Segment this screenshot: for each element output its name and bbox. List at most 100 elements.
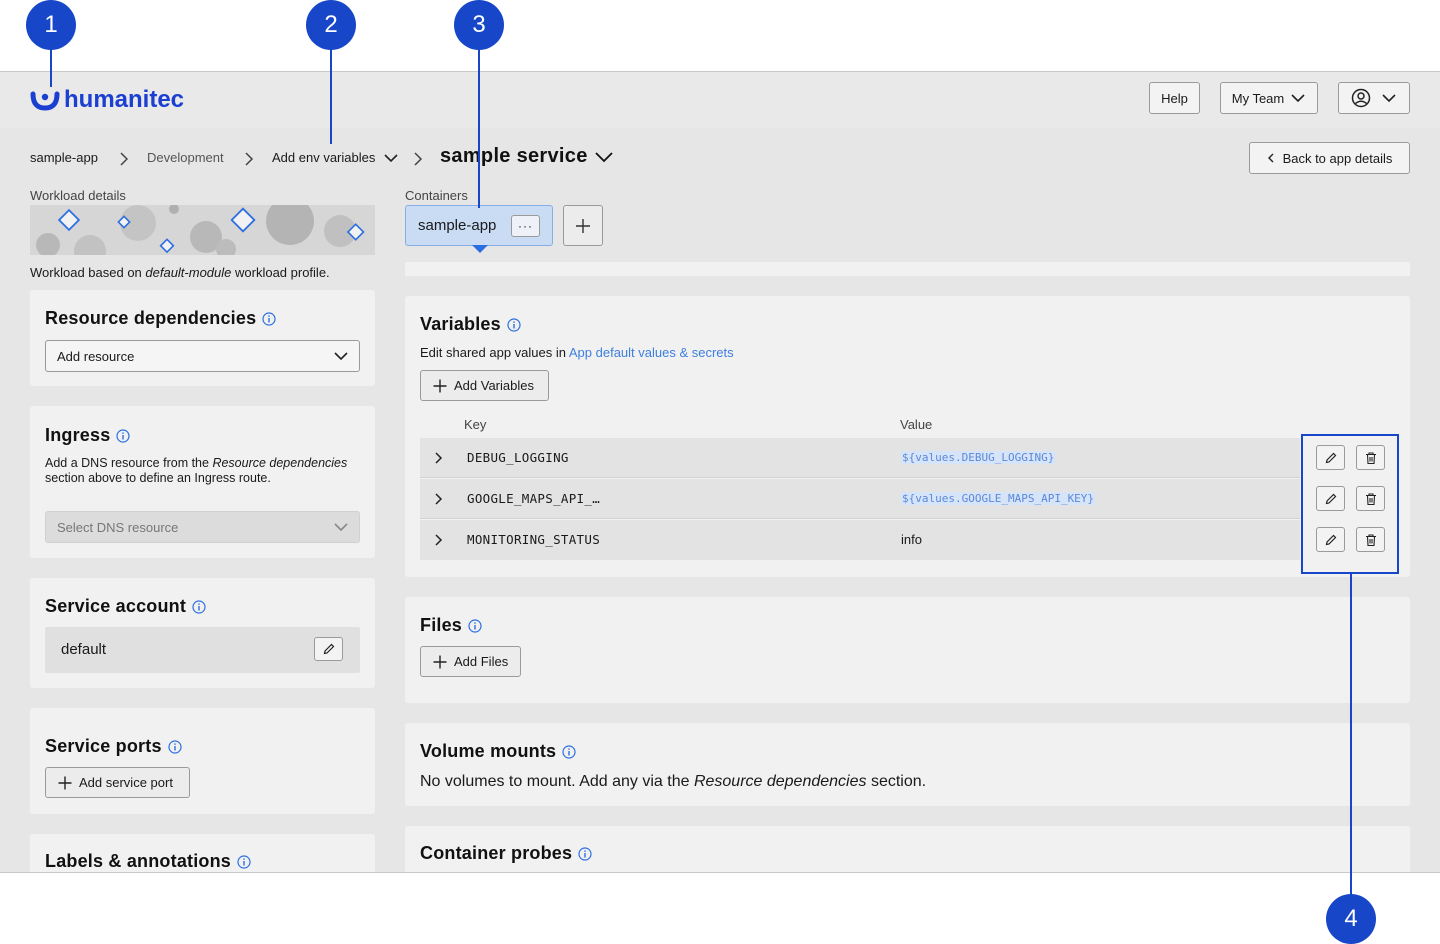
info-icon[interactable]: [578, 846, 592, 861]
files-card: Files Add Files: [405, 597, 1410, 703]
add-container-button[interactable]: [563, 205, 603, 246]
add-resource-select-value: Add resource: [57, 348, 135, 364]
team-label: My Team: [1231, 90, 1285, 106]
add-service-port-button[interactable]: Add service port: [45, 767, 190, 798]
variable-value: ${values.DEBUG_LOGGING}: [901, 451, 1056, 464]
callout-4-line: [1350, 573, 1352, 895]
table-row[interactable]: DEBUG_LOGGING ${values.DEBUG_LOGGING}: [420, 438, 1300, 478]
service-ports-card: Service ports Add service port: [30, 708, 375, 814]
callout-4: 4: [1326, 894, 1376, 944]
info-icon[interactable]: [192, 599, 206, 614]
files-title-text: Files: [420, 615, 463, 635]
screenshot-stage: 1 2 3 humanitec Help My Team sample-app …: [0, 0, 1440, 944]
service-ports-title-text: Service ports: [45, 736, 162, 756]
table-row[interactable]: GOOGLE_MAPS_API_… ${values.GOOGLE_MAPS_A…: [420, 479, 1300, 519]
add-resource-select[interactable]: Add resource: [45, 340, 360, 372]
workload-illustration: [36, 205, 365, 255]
info-icon[interactable]: [507, 317, 521, 332]
column-header-key: Key: [464, 417, 487, 432]
info-icon[interactable]: [262, 311, 276, 326]
ingress-desc-1: Add a DNS resource from the: [45, 456, 213, 470]
volume-mounts-title: Volume mounts: [420, 741, 576, 762]
ingress-title-text: Ingress: [45, 425, 111, 445]
breadcrumb-env[interactable]: Development: [147, 150, 224, 165]
chevron-right-icon[interactable]: [434, 533, 444, 547]
variable-key: MONITORING_STATUS: [467, 532, 601, 547]
files-title: Files: [420, 615, 482, 636]
callout-3-line: [478, 48, 480, 208]
workload-banner-illustration: [30, 205, 375, 255]
chevron-right-icon: [414, 152, 423, 166]
container-probes-card: Container probes: [405, 826, 1410, 872]
container-detail-strip: [405, 262, 1410, 276]
user-menu-button[interactable]: [1338, 82, 1410, 114]
dns-resource-placeholder: Select DNS resource: [57, 519, 179, 535]
breadcrumb-app[interactable]: sample-app: [30, 150, 98, 165]
variables-edit-prefix: Edit shared app values in: [420, 345, 569, 360]
info-icon[interactable]: [168, 739, 182, 754]
chevron-down-icon: [334, 523, 348, 532]
app-defaults-link[interactable]: App default values & secrets: [569, 345, 734, 360]
container-probes-title: Container probes: [420, 843, 592, 864]
chevron-left-icon: [1267, 153, 1274, 163]
service-title-dropdown[interactable]: sample service: [440, 145, 614, 168]
app-window: humanitec Help My Team sample-app Develo…: [0, 71, 1440, 873]
table-row[interactable]: MONITORING_STATUS info: [420, 520, 1300, 560]
variable-value: info: [901, 532, 922, 547]
add-files-button[interactable]: Add Files: [420, 646, 521, 677]
labels-annotations-title-text: Labels & annotations: [45, 851, 232, 871]
service-ports-title: Service ports: [45, 736, 182, 757]
logo-icon: [30, 91, 60, 111]
pencil-icon: [323, 643, 334, 655]
service-account-title: Service account: [45, 596, 206, 617]
add-files-label: Add Files: [454, 654, 509, 669]
ingress-desc-2: section above to define an Ingress route…: [45, 471, 271, 485]
chevron-right-icon: [245, 152, 254, 166]
chevron-down-icon: [1291, 94, 1305, 103]
container-more-button[interactable]: ···: [511, 215, 540, 237]
workload-details-label: Workload details: [30, 188, 126, 203]
edit-service-account-button[interactable]: [314, 637, 343, 661]
chevron-down-icon: [334, 352, 348, 361]
service-title: sample service: [440, 145, 588, 167]
chevron-right-icon[interactable]: [434, 451, 444, 465]
plus-icon: [433, 379, 447, 392]
info-icon[interactable]: [237, 854, 251, 869]
variables-title: Variables: [420, 314, 521, 335]
workload-note-prefix: Workload based on: [30, 265, 146, 280]
user-avatar-icon: [1351, 88, 1371, 108]
volume-mounts-desc-suffix: section.: [866, 773, 927, 790]
workload-note: Workload based on default-module workloa…: [30, 265, 330, 280]
breadcrumb-deployment[interactable]: Add env variables: [272, 150, 399, 165]
breadcrumb-deployment-label: Add env variables: [272, 150, 376, 165]
workload-note-module: default-module: [145, 265, 232, 280]
labels-annotations-title: Labels & annotations: [45, 851, 251, 872]
team-dropdown[interactable]: My Team: [1220, 82, 1318, 114]
info-icon[interactable]: [562, 744, 576, 759]
volume-mounts-card: Volume mounts No volumes to mount. Add a…: [405, 723, 1410, 806]
add-variables-button[interactable]: Add Variables: [420, 370, 549, 401]
plus-icon: [576, 218, 590, 233]
info-icon[interactable]: [468, 618, 482, 633]
plus-icon: [433, 655, 447, 668]
variable-key: DEBUG_LOGGING: [467, 450, 569, 465]
help-button[interactable]: Help: [1149, 82, 1200, 114]
volume-mounts-desc-prefix: No volumes to mount. Add any via the: [420, 773, 694, 790]
column-header-value: Value: [900, 417, 933, 432]
info-icon[interactable]: [116, 428, 131, 443]
container-tab-label: sample-app: [418, 217, 497, 234]
variables-edit-note: Edit shared app values in App default va…: [420, 345, 734, 360]
chevron-down-icon: [595, 151, 613, 162]
callout-1-line: [50, 48, 52, 87]
chevron-down-icon: [384, 153, 398, 162]
back-to-app-button[interactable]: Back to app details: [1249, 142, 1410, 174]
dns-resource-select[interactable]: Select DNS resource: [45, 511, 360, 543]
top-bar: humanitec Help My Team: [0, 72, 1440, 128]
chevron-right-icon[interactable]: [434, 492, 444, 506]
variables-title-text: Variables: [420, 314, 501, 334]
add-service-port-label: Add service port: [79, 775, 173, 790]
service-account-card: Service account default: [30, 578, 375, 688]
variable-value: ${values.GOOGLE_MAPS_API_KEY}: [901, 492, 1096, 505]
ingress-card: Ingress Add a DNS resource from the Reso…: [30, 406, 375, 558]
humanitec-logo[interactable]: humanitec: [30, 86, 184, 114]
